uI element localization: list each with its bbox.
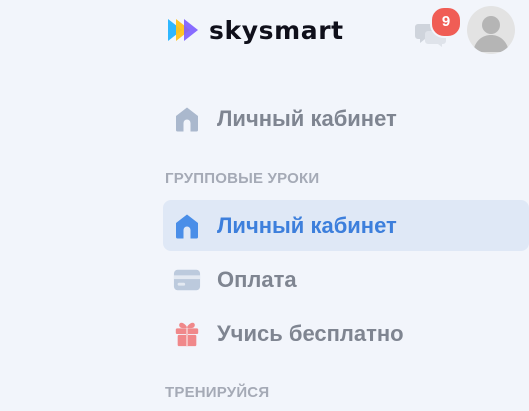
nav-label: Личный кабинет — [217, 106, 397, 131]
user-avatar[interactable] — [467, 6, 515, 54]
nav-group-personal-cabinet[interactable]: Личный кабинет — [163, 200, 529, 251]
group-lessons-menu: Личный кабинет Оплата Учись бесплатно — [163, 200, 529, 362]
nav-personal-cabinet[interactable]: Личный кабинет — [163, 94, 529, 144]
nav-label: Личный кабинет — [217, 212, 397, 238]
gift-icon — [173, 320, 201, 348]
home-icon — [173, 212, 201, 240]
notification-badge: 9 — [430, 6, 462, 38]
brand-name: skysmart — [209, 15, 344, 45]
nav-label: Учись бесплатно — [217, 320, 404, 346]
logo-play-icon — [168, 19, 198, 41]
section-title-practice: ТРЕНИРУЙСЯ — [165, 384, 270, 401]
skysmart-logo[interactable]: skysmart — [167, 14, 344, 46]
top-header: skysmart 9 — [0, 0, 529, 60]
credit-card-icon — [173, 266, 201, 294]
notifications-button[interactable]: 9 — [414, 6, 462, 47]
section-title-group-lessons: ГРУППОВЫЕ УРОКИ — [165, 170, 320, 187]
nav-learn-free[interactable]: Учись бесплатно — [163, 308, 529, 359]
home-icon — [173, 105, 201, 133]
nav-label: Оплата — [217, 266, 297, 292]
user-silhouette-icon — [473, 16, 509, 52]
nav-payment[interactable]: Оплата — [163, 254, 529, 305]
